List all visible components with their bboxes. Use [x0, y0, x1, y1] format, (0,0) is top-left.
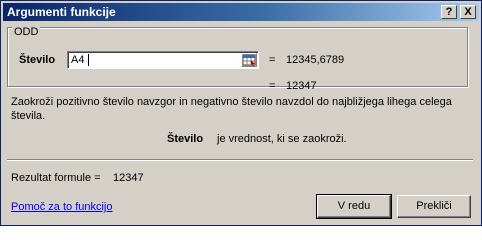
parameter-name: Število	[167, 133, 204, 145]
function-result-equals: =	[269, 80, 276, 92]
text-caret	[88, 54, 89, 66]
argument-input[interactable]: A4	[67, 51, 259, 69]
argument-input-value: A4	[71, 54, 85, 66]
cancel-button[interactable]: Prekliči	[397, 195, 471, 218]
formula-result-label: Rezultat formule =	[11, 172, 101, 184]
ok-button[interactable]: V redu	[316, 194, 392, 219]
argument-evaluated-value: 12345,6789	[286, 54, 345, 66]
collapse-dialog-button[interactable]	[241, 53, 257, 67]
argument-label: Število	[19, 54, 56, 66]
argument-equals: =	[269, 54, 276, 66]
function-description: Zaokroži pozitivno število navzgor in ne…	[11, 96, 452, 122]
function-name: ODD	[12, 26, 41, 38]
title-bar[interactable]: Argumenti funkcije ? X	[3, 3, 479, 21]
range-select-icon	[242, 54, 256, 66]
function-result-value: 12347	[286, 80, 317, 92]
function-arguments-dialog: Argumenti funkcije ? X ODD Število A4 = …	[0, 0, 482, 226]
dialog-body: ODD Število A4 = 12345,6789 = 12347 Zaok…	[3, 23, 479, 223]
dialog-title: Argumenti funkcije	[7, 5, 116, 19]
formula-result-value: 12347	[113, 172, 144, 184]
help-button[interactable]: ?	[441, 5, 457, 19]
function-help-link[interactable]: Pomoč za to funkcijo	[11, 201, 113, 213]
close-button[interactable]: X	[460, 5, 476, 19]
parameter-description: je vrednost, ki se zaokroži.	[217, 133, 347, 145]
separator	[7, 159, 473, 161]
